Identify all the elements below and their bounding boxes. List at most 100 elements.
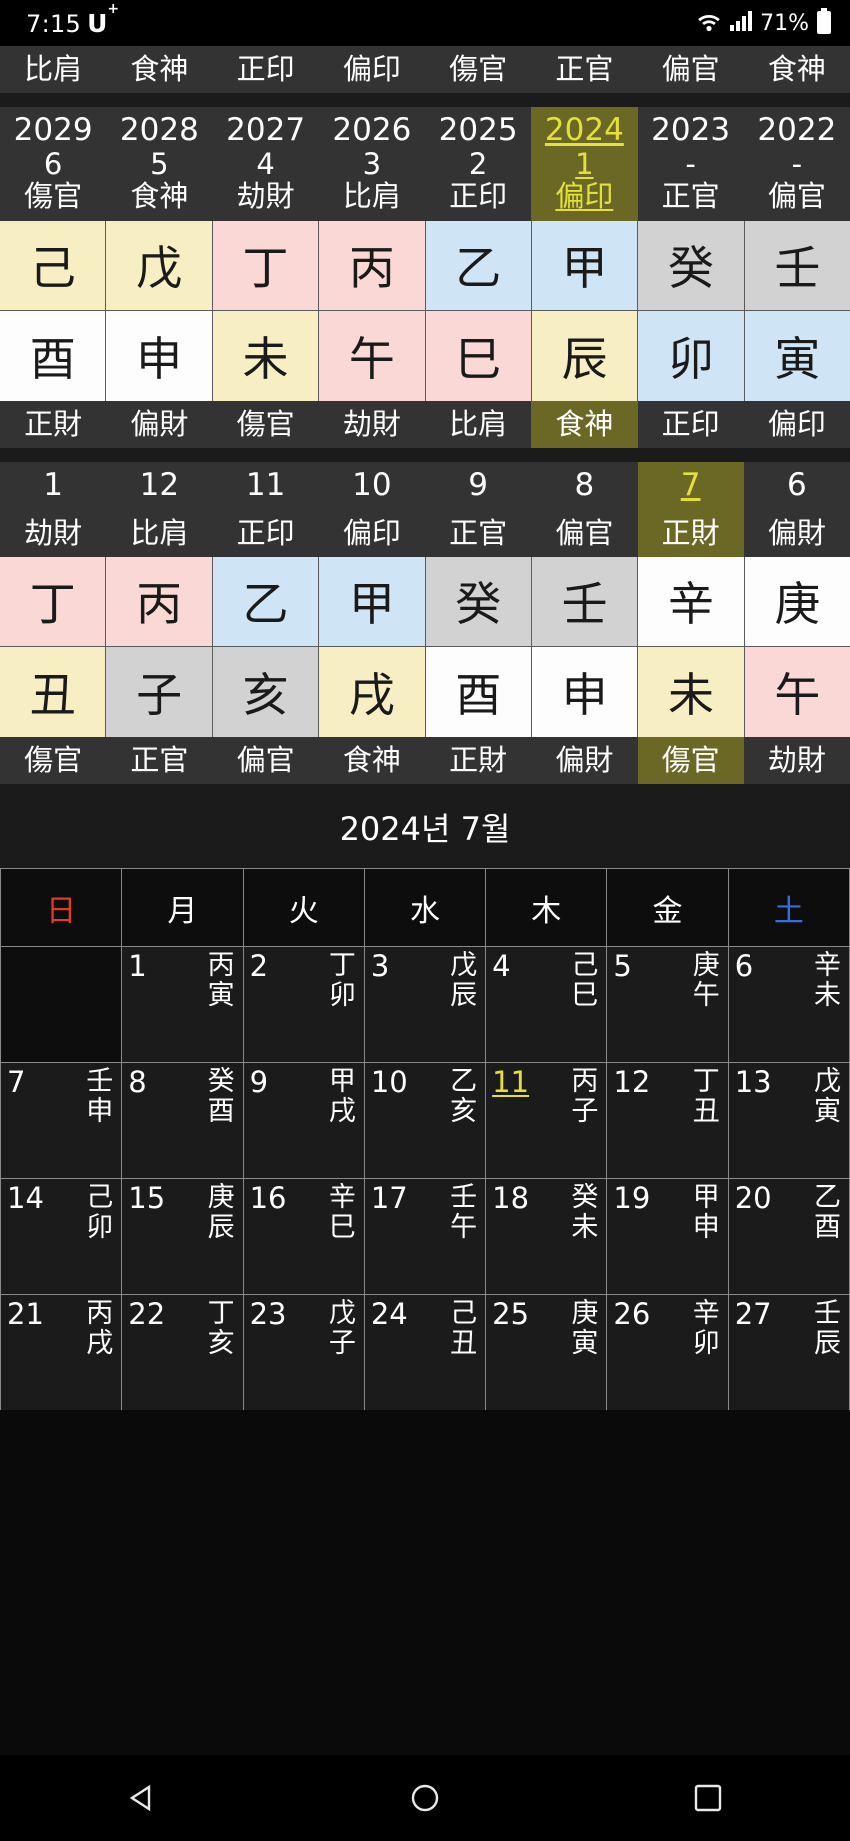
- year-value: 2027: [226, 112, 306, 148]
- year-bottom-label-3: 劫財: [342, 406, 401, 441]
- ganzhi-char: 丑: [450, 1328, 478, 1360]
- calendar-day-empty: [0, 946, 123, 1062]
- calendar-day-number: 11: [492, 1064, 530, 1099]
- month-bottom-label-2: 偏官: [236, 742, 295, 777]
- signal-icon: [729, 10, 753, 36]
- calendar-day-ganzhi: 庚午: [692, 950, 720, 1012]
- year-sub-label: 食神: [130, 179, 189, 214]
- calendar-day-ganzhi: 乙酉: [814, 1182, 841, 1243]
- year-branch-row: 酉申未午巳辰卯寅: [0, 310, 850, 401]
- calendar-day-ganzhi: 癸酉: [208, 1066, 235, 1127]
- year-age: 4: [256, 146, 275, 181]
- year-value: 2025: [438, 112, 518, 148]
- calendar-day-ganzhi: 丁丑: [693, 1066, 720, 1127]
- calendar-day-number: 6: [734, 948, 754, 983]
- calendar-title: 2024년 7월: [0, 783, 850, 868]
- calendar-day-12[interactable]: 12 丁丑: [607, 1062, 729, 1178]
- year-top-label-row: 比肩 食神 正印 偏印 傷官 正官 偏官 食神: [0, 46, 850, 93]
- month-stem-4: 癸: [424, 556, 531, 647]
- calendar-day-number: 15: [128, 1180, 166, 1215]
- calendar-day-2[interactable]: 2 丁卯: [243, 946, 365, 1062]
- year-top-label-7: 食神: [767, 52, 826, 86]
- calendar-day-7[interactable]: 7 壬申: [0, 1062, 123, 1178]
- ganzhi-char: 丙: [86, 1297, 114, 1329]
- month-value: 10: [352, 466, 392, 503]
- year-column-2028[interactable]: 2028 5 食神: [106, 107, 212, 221]
- calendar-day-27[interactable]: 27 壬辰: [728, 1294, 850, 1410]
- month-branch-row: 丑子亥戌酉申未午: [0, 646, 850, 737]
- year-column-2025[interactable]: 2025 2 正印: [425, 107, 531, 221]
- ganzhi-char: 寅: [571, 1328, 599, 1360]
- month-number-row[interactable]: 1 12 11 10 9 8 7 6: [0, 461, 850, 510]
- year-column-2024[interactable]: 2024 1 偏印: [531, 107, 638, 221]
- calendar-day-19[interactable]: 19 甲申: [607, 1178, 729, 1294]
- calendar-day-18[interactable]: 18 癸未: [486, 1178, 608, 1294]
- month-column-8[interactable]: 8: [531, 462, 637, 510]
- month-top-label-7: 偏財: [767, 515, 826, 550]
- calendar-day-1[interactable]: 1 丙寅: [122, 946, 244, 1062]
- month-column-1[interactable]: 1: [0, 462, 106, 510]
- ganzhi-char: 壬: [86, 1065, 114, 1097]
- calendar-day-25[interactable]: 25 庚寅: [486, 1294, 608, 1410]
- ganzhi-char: 戌: [328, 1096, 356, 1128]
- year-column-2029[interactable]: 2029 6 傷官: [0, 107, 106, 221]
- calendar-day-number: 17: [370, 1180, 408, 1215]
- calendar-day-6[interactable]: 6 辛未: [728, 946, 850, 1062]
- calendar-day-26[interactable]: 26 辛卯: [607, 1294, 729, 1410]
- calendar-day-4[interactable]: 4 己巳: [486, 946, 608, 1062]
- month-column-9[interactable]: 9: [425, 462, 531, 510]
- year-column-2027[interactable]: 2027 4 劫財: [213, 107, 319, 221]
- ganzhi-char: 巳: [571, 980, 599, 1012]
- year-branch-5: 辰: [530, 310, 638, 401]
- ganzhi-char: 巳: [328, 1212, 356, 1244]
- year-sub-label: 比肩: [342, 179, 401, 214]
- calendar-day-17[interactable]: 17 壬午: [364, 1178, 487, 1294]
- calendar-day-14[interactable]: 14 己卯: [0, 1178, 123, 1294]
- month-stem-1: 丙: [105, 556, 212, 647]
- calendar-day-16[interactable]: 16 辛巳: [243, 1178, 365, 1294]
- year-stem-1: 戊: [105, 220, 212, 311]
- recents-icon[interactable]: [685, 1775, 731, 1821]
- month-bottom-label-4: 正財: [449, 742, 508, 777]
- year-column-2022[interactable]: 2022- 偏官: [744, 107, 850, 221]
- year-stem-5: 甲: [530, 220, 638, 311]
- back-icon[interactable]: [119, 1775, 165, 1821]
- calendar-day-22[interactable]: 22 丁亥: [122, 1294, 244, 1410]
- year-number-row[interactable]: 2029 6 傷官 2028 5 食神 2027 4 劫財 2026 3 比肩 2025 2 正印 2024 1…: [0, 107, 850, 221]
- calendar-day-24[interactable]: 24 己丑: [364, 1294, 487, 1410]
- month-column-6[interactable]: 6: [744, 462, 850, 510]
- year-value: 2022: [757, 112, 837, 148]
- calendar-day-10[interactable]: 10 乙亥: [364, 1062, 487, 1178]
- month-top-label-4: 正官: [449, 515, 508, 550]
- year-value: 2024: [544, 112, 624, 148]
- year-column-2023[interactable]: 2023- 正官: [638, 107, 744, 221]
- battery-icon: [816, 8, 832, 38]
- calendar-day-ganzhi: 乙亥: [450, 1066, 477, 1127]
- calendar-day-21[interactable]: 21 丙戌: [0, 1294, 123, 1410]
- ganzhi-char: 庚: [207, 1181, 235, 1213]
- calendar-day-3[interactable]: 3 戊辰: [364, 946, 487, 1062]
- month-column-7[interactable]: 7: [637, 461, 744, 510]
- ganzhi-char: 辰: [813, 1328, 841, 1360]
- month-column-10[interactable]: 10: [319, 462, 425, 510]
- ganzhi-char: 辰: [450, 980, 478, 1012]
- calendar-day-15[interactable]: 15 庚辰: [122, 1178, 244, 1294]
- month-column-11[interactable]: 11: [213, 462, 319, 510]
- calendar-weekday-header: 日月火水木金土: [0, 867, 850, 946]
- calendar-day-9[interactable]: 9 甲戌: [243, 1062, 365, 1178]
- year-column-2026[interactable]: 2026 3 比肩: [319, 107, 425, 221]
- calendar-day-23[interactable]: 23 戊子: [243, 1294, 365, 1410]
- home-icon[interactable]: [402, 1775, 448, 1821]
- weekday-header-4: 木: [486, 868, 608, 946]
- calendar-day-20[interactable]: 20 乙酉: [728, 1178, 850, 1294]
- ganzhi-char: 午: [692, 980, 720, 1012]
- ganzhi-char: 卯: [86, 1212, 114, 1244]
- calendar-day-5[interactable]: 5 庚午: [607, 946, 729, 1062]
- year-stem-4: 乙: [424, 220, 531, 311]
- calendar-day-8[interactable]: 8 癸酉: [122, 1062, 244, 1178]
- month-column-12[interactable]: 12: [106, 462, 212, 510]
- ganzhi-char: 己: [571, 949, 599, 981]
- calendar-day-11[interactable]: 11 丙子: [486, 1062, 608, 1178]
- calendar-day-13[interactable]: 13 戊寅: [728, 1062, 850, 1178]
- weekday-header-6: 土: [728, 868, 850, 946]
